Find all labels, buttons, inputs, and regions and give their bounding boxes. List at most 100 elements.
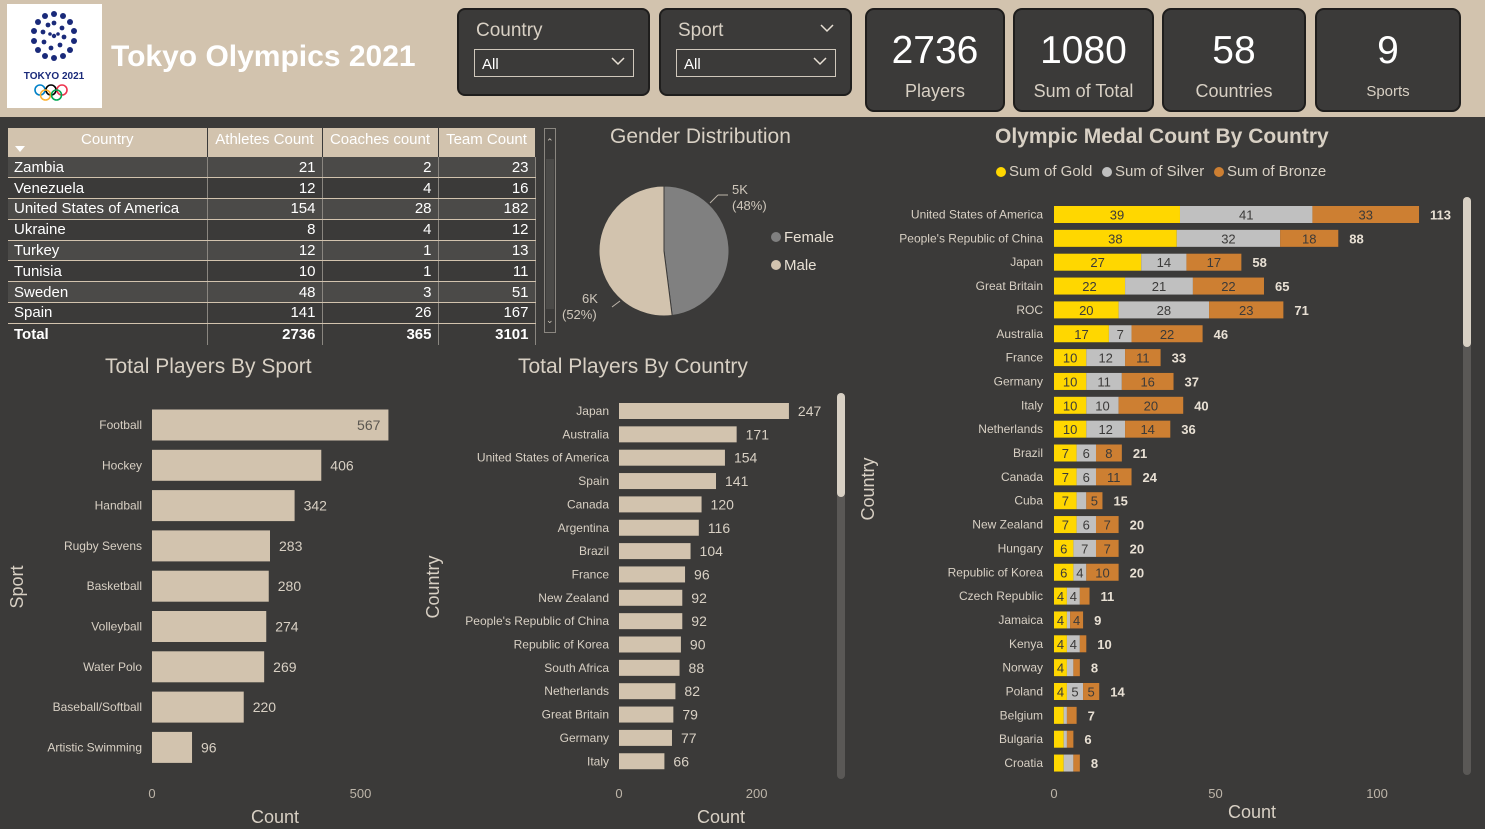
category-label: Japan	[576, 404, 609, 418]
category-label: Great Britain	[976, 279, 1043, 293]
column-header-team[interactable]: Team Count	[438, 128, 536, 157]
bar[interactable]	[152, 409, 389, 441]
data-label: 567	[357, 417, 381, 433]
column-header-coaches[interactable]: Coaches count	[322, 128, 439, 157]
segment-label: 7	[1062, 494, 1069, 509]
bar-segment[interactable]	[1054, 706, 1064, 724]
kpi-label: Sum of Total	[1033, 81, 1134, 101]
scroll-down-icon[interactable]: ⌄	[546, 315, 554, 326]
pie-slice-male[interactable]	[598, 185, 673, 317]
bar[interactable]	[619, 449, 725, 466]
legend-marker	[996, 167, 1006, 177]
bar[interactable]	[152, 651, 265, 683]
bar-segment[interactable]	[1076, 492, 1087, 510]
total-label: 20	[1130, 541, 1144, 556]
table-row[interactable]: Sweden 48 3 51	[8, 281, 536, 304]
scrollbar-thumb[interactable]	[1463, 197, 1471, 347]
bar[interactable]	[619, 753, 665, 770]
bar[interactable]	[619, 659, 680, 676]
bar[interactable]	[619, 403, 789, 419]
bar[interactable]	[619, 473, 717, 490]
column-header-athletes[interactable]: Athletes Count	[207, 128, 323, 157]
bar-segment[interactable]	[1079, 635, 1087, 653]
category-label: Italy	[1021, 398, 1043, 412]
bar[interactable]	[619, 543, 691, 560]
bar[interactable]	[619, 683, 676, 700]
data-label: 171	[746, 426, 770, 442]
column-header-country[interactable]: Country	[8, 128, 208, 157]
bar-segment[interactable]	[1063, 706, 1067, 724]
bar-segment[interactable]	[1066, 611, 1071, 629]
players-by-country-chart[interactable]: Japan 247 Australia 171 United States of Ame…	[415, 385, 855, 825]
bar[interactable]	[619, 589, 683, 606]
x-axis-label: Count	[251, 807, 299, 825]
sport-dropdown[interactable]: All	[676, 49, 836, 77]
bar[interactable]	[152, 731, 193, 763]
scrollbar-thumb[interactable]	[837, 393, 845, 497]
table-cell-count: 13	[438, 240, 536, 262]
bar[interactable]	[152, 490, 295, 522]
sort-descending-icon[interactable]	[15, 146, 25, 152]
segment-label: 11	[1136, 351, 1150, 366]
bar-segment[interactable]	[1073, 754, 1080, 772]
country-team-table[interactable]: Country Athletes Count Coaches count Tea…	[8, 128, 556, 350]
bar[interactable]	[152, 611, 267, 642]
kpi-value: 9	[1377, 29, 1399, 72]
table-row[interactable]: Ukraine 8 4 12	[8, 219, 536, 241]
bar[interactable]	[619, 636, 681, 653]
segment-label: 27	[1090, 255, 1104, 270]
bar[interactable]	[152, 530, 271, 562]
country-chart-title: Total Players By Country	[518, 355, 748, 378]
gender-pie-chart[interactable]: 5K(48%) 6K(52%) Female Male	[560, 155, 860, 345]
country-dropdown[interactable]: All	[474, 49, 634, 77]
pie-value-label: 5K	[732, 182, 748, 197]
pie-leader-line	[611, 300, 621, 308]
sport-slicer[interactable]: Sport All	[659, 8, 852, 96]
bar[interactable]	[152, 449, 322, 481]
bar[interactable]	[619, 519, 699, 536]
scrollbar-thumb[interactable]	[546, 159, 554, 309]
segment-label: 14	[1140, 422, 1154, 437]
table-row[interactable]: United States of America 154 28 182	[8, 198, 536, 220]
table-row[interactable]: Turkey 12 1 13	[8, 240, 536, 262]
bar-segment[interactable]	[1063, 730, 1067, 748]
segment-label: 4	[1073, 613, 1080, 628]
segment-label: 10	[1063, 422, 1077, 437]
table-cell-country: Ukraine	[8, 219, 208, 241]
table-cell-count: 21	[207, 157, 323, 179]
bar[interactable]	[152, 570, 269, 602]
table-row[interactable]: Spain 141 26 167	[8, 302, 536, 324]
table-row[interactable]: Tunisia 10 1 11	[8, 260, 536, 283]
segment-label: 11	[1097, 374, 1111, 389]
country-slicer[interactable]: Country All	[457, 8, 650, 96]
total-label: 88	[1349, 231, 1363, 246]
pie-slice-female[interactable]	[663, 185, 730, 317]
bar[interactable]	[619, 426, 737, 443]
bar-segment[interactable]	[1066, 730, 1074, 748]
data-label: 96	[694, 566, 710, 582]
bar-segment[interactable]	[1054, 730, 1064, 748]
bar-segment[interactable]	[1063, 754, 1074, 772]
chevron-down-icon[interactable]	[820, 22, 834, 34]
bar-segment[interactable]	[1079, 587, 1090, 605]
category-label: Belgium	[1000, 708, 1043, 722]
table-scrollbar[interactable]: ⌃ ⌄	[544, 128, 556, 333]
players-by-sport-chart[interactable]: Football 567 Hockey 406 Handball 342 Rugby Sev…	[0, 385, 420, 825]
bar-segment[interactable]	[1073, 659, 1080, 677]
bar[interactable]	[619, 729, 672, 746]
bar-segment[interactable]	[1066, 706, 1077, 724]
bar-segment[interactable]	[1066, 659, 1074, 677]
table-row[interactable]: Venezuela 12 4 16	[8, 177, 536, 200]
table-total-cell: 3101	[438, 323, 536, 346]
bar[interactable]	[619, 566, 686, 583]
bar-segment[interactable]	[1054, 754, 1064, 772]
table-row[interactable]: Zambia 21 2 23	[8, 157, 536, 179]
medal-count-chart[interactable]: Sum of Gold Sum of Silver Sum of Bronze Uni…	[855, 155, 1485, 827]
scroll-up-icon[interactable]: ⌃	[546, 137, 554, 148]
category-label: Czech Republic	[959, 589, 1043, 603]
bar[interactable]	[619, 496, 702, 513]
bar[interactable]	[152, 691, 244, 723]
bar[interactable]	[619, 613, 683, 630]
bar[interactable]	[619, 706, 674, 723]
x-tick-label: 500	[350, 786, 372, 801]
